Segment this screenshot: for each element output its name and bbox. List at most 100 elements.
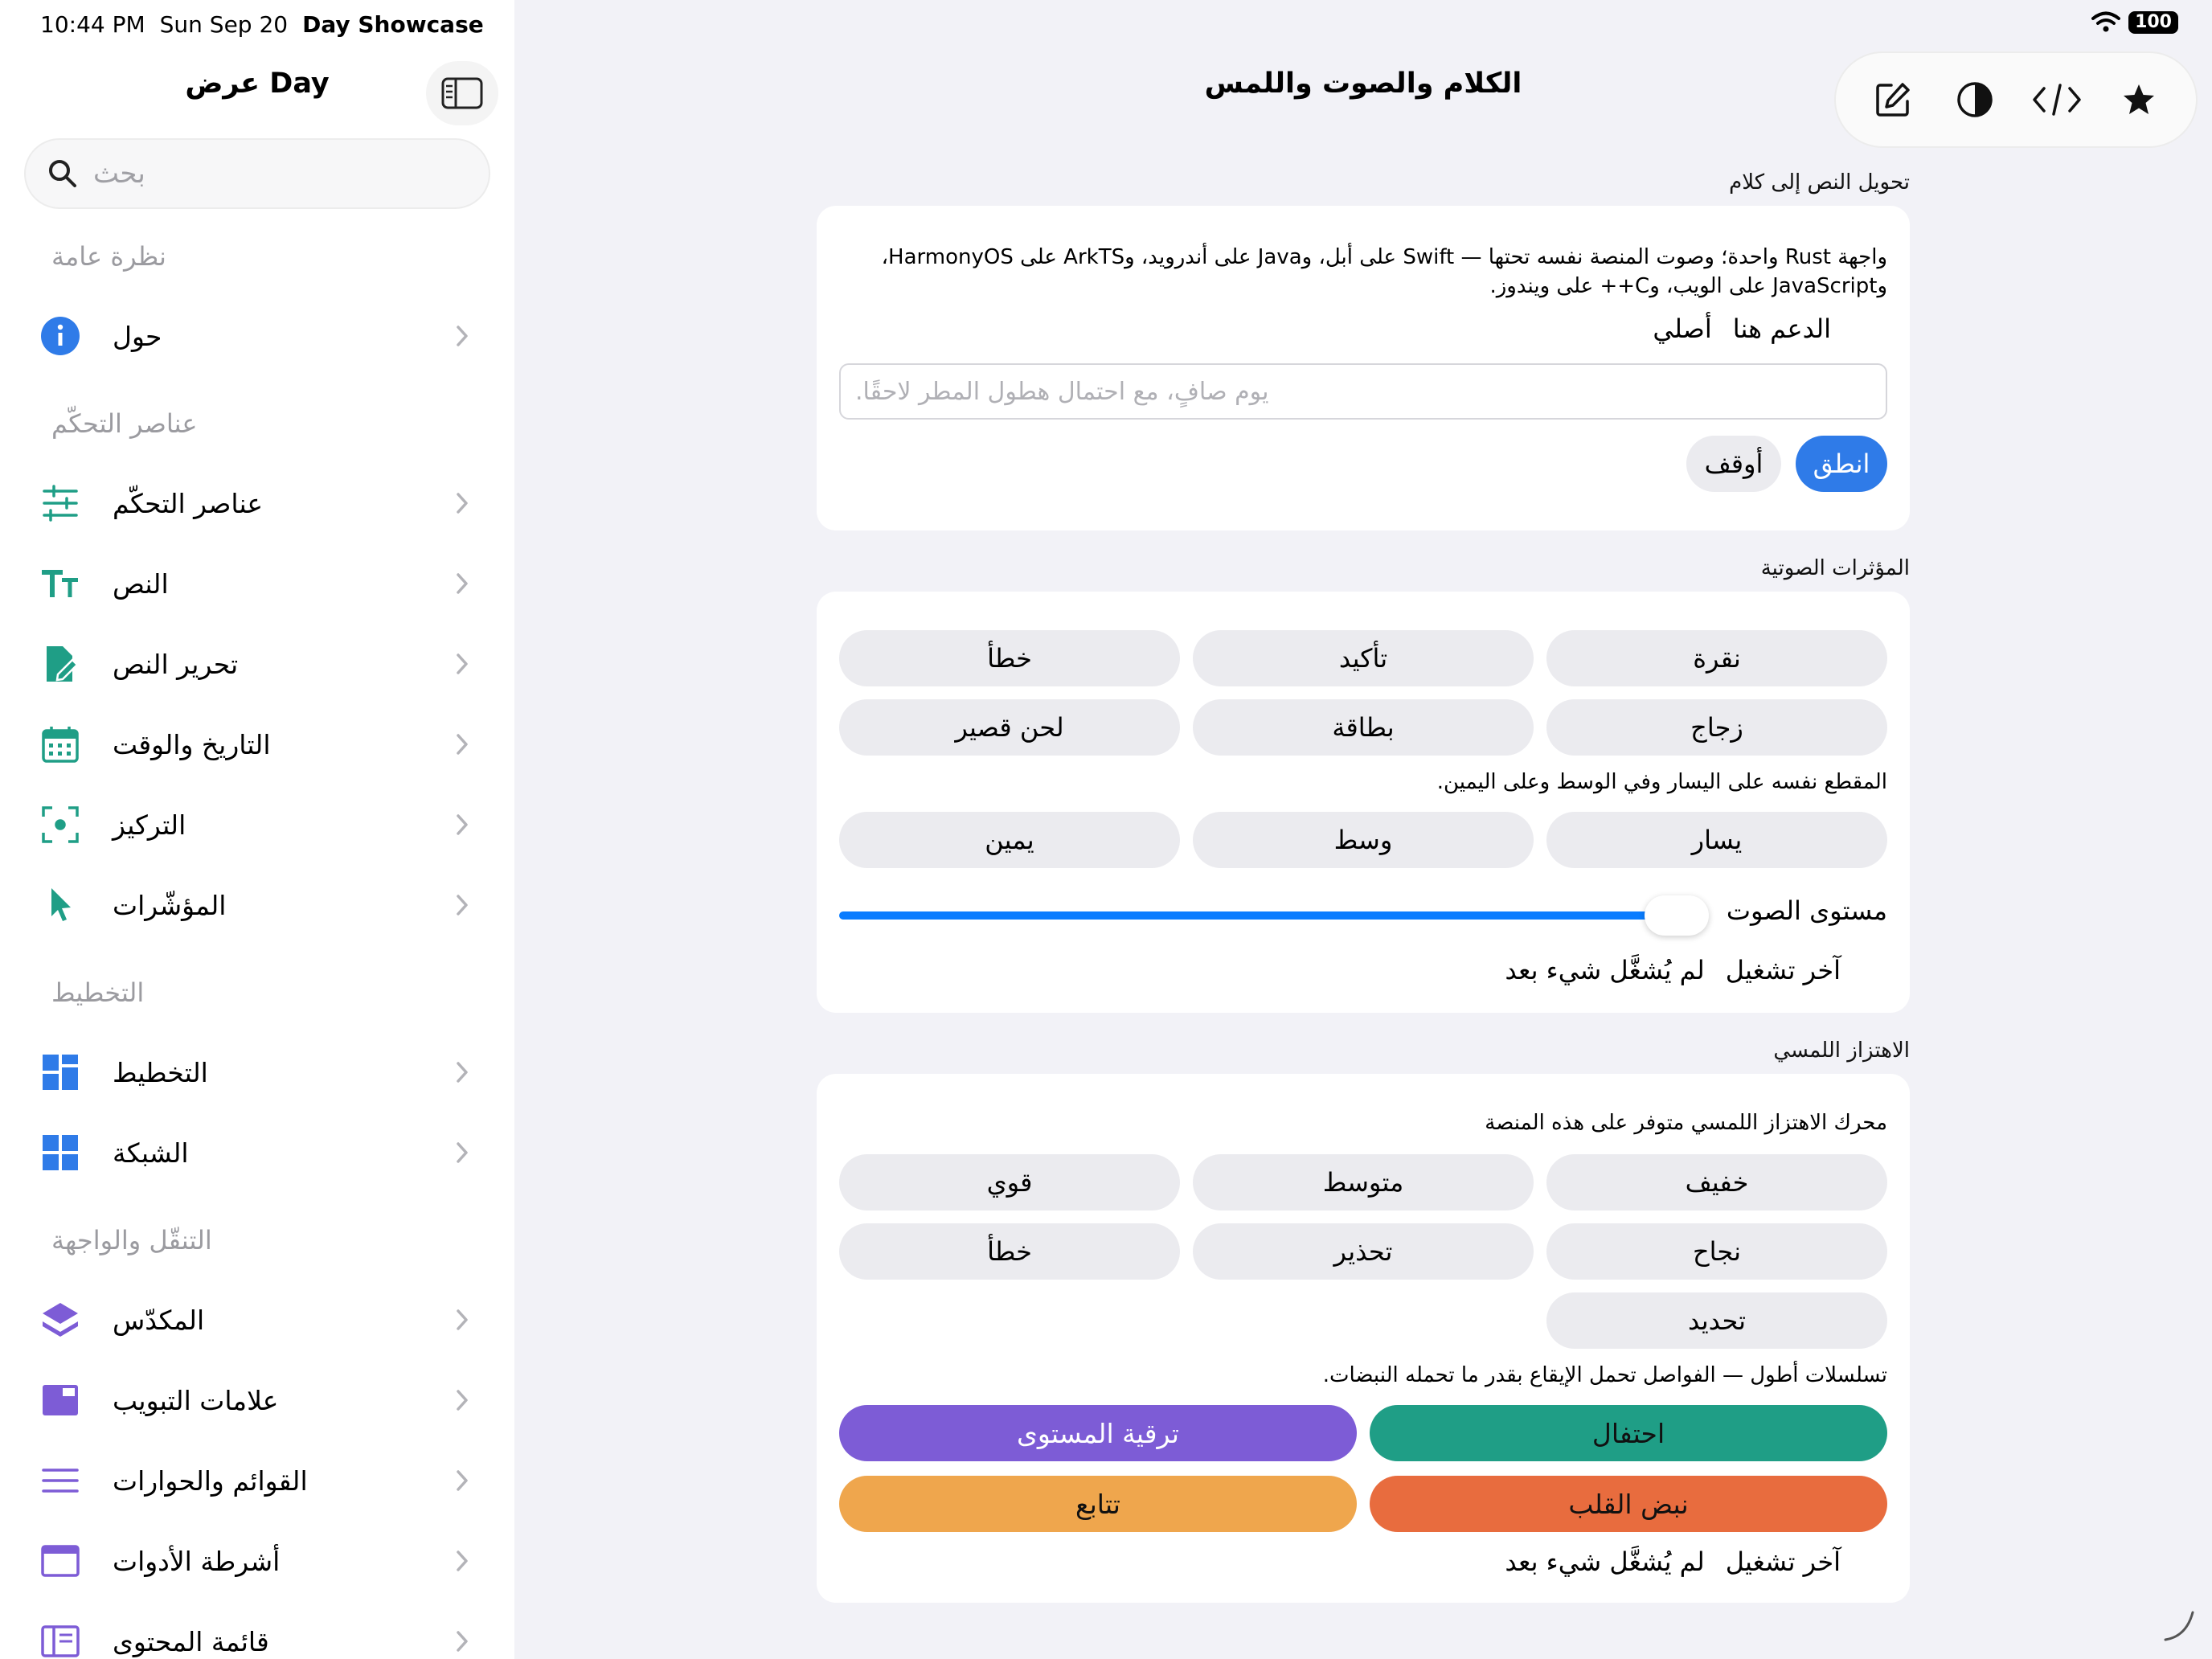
sound-effect-error-button[interactable]: خطأ <box>839 630 1180 686</box>
search-icon <box>49 160 76 187</box>
pattern-level-up-button[interactable]: ترقية المستوى <box>839 1405 1357 1461</box>
tts-support-value: أصلي <box>1653 313 1712 344</box>
sound-effect-tap-button[interactable]: نقرة <box>1546 630 1887 686</box>
sidebar-item-tabs[interactable]: علامات التبويب <box>40 1368 474 1432</box>
haptic-heavy-button[interactable]: قوي <box>839 1154 1180 1210</box>
pattern-celebration-button[interactable]: احتفال <box>1370 1405 1887 1461</box>
chevron-right-icon <box>450 1549 474 1573</box>
sidebar-item-grid[interactable]: الشبكة <box>40 1120 474 1185</box>
volume-slider-thumb[interactable] <box>1645 895 1709 936</box>
pan-note: المقطع نفسه على اليسار وفي الوسط وعلى ال… <box>1436 770 1887 794</box>
sidebar-item-focus[interactable]: التركيز <box>40 793 474 857</box>
menu-icon <box>40 1460 80 1501</box>
favorite-button[interactable] <box>2107 68 2171 132</box>
sidebar-item-label: حول <box>113 320 162 352</box>
sound-last-played-label: آخر تشغيل <box>1725 955 1841 985</box>
chevron-right-icon <box>450 1308 474 1332</box>
sidebar-item-date-time[interactable]: التاريخ والوقت <box>40 712 474 776</box>
speak-button[interactable]: انطق <box>1796 436 1887 492</box>
battery-indicator: 100 <box>2128 11 2178 34</box>
volume-slider-track[interactable] <box>839 911 1683 920</box>
contrast-button[interactable] <box>1943 68 2007 132</box>
chevron-right-icon <box>450 813 474 837</box>
sound-card: نقرة تأكيد خطأ زجاج بطاقة لحن قصير المقط… <box>817 592 1910 1013</box>
chevron-right-icon <box>450 1060 474 1084</box>
sidebar-item-label: المكدّس <box>113 1304 205 1336</box>
sidebar-item-menus-dialogs[interactable]: القوائم والحوارات <box>40 1448 474 1513</box>
sidebar-item-label: التركيز <box>113 809 186 841</box>
search-input[interactable]: بحث <box>24 138 490 209</box>
sidebar-toggle-button[interactable] <box>426 61 498 125</box>
focus-icon <box>40 805 80 845</box>
status-date: Sun Sep 20 <box>159 11 289 38</box>
sidebar-item-layout[interactable]: التخطيط <box>40 1040 474 1104</box>
tts-card: واجهة Rust واحدة؛ وصوت المنصة نفسه تحتها… <box>817 206 1910 530</box>
pan-center-button[interactable]: وسط <box>1193 812 1534 868</box>
sound-effect-confirm-button[interactable]: تأكيد <box>1193 630 1534 686</box>
chevron-right-icon <box>450 491 474 515</box>
sidebar-item-pointers[interactable]: المؤشّرات <box>40 873 474 937</box>
tabs-icon <box>40 1380 80 1420</box>
chevron-right-icon <box>450 1469 474 1493</box>
section-title-sound: المؤثرات الصوتية <box>1760 556 1910 580</box>
sidebar-toggle-icon <box>441 77 483 109</box>
haptic-medium-button[interactable]: متوسط <box>1193 1154 1534 1210</box>
sidebar-item-text-editing[interactable]: تحرير النص <box>40 632 474 696</box>
sidebar-item-label: تحرير النص <box>113 648 239 680</box>
haptic-selection-button[interactable]: تحديد <box>1546 1292 1887 1349</box>
section-title-haptics: الاهتزاز اللمسي <box>1773 1038 1910 1063</box>
sidebar-list-icon <box>40 1621 80 1659</box>
haptic-error-button[interactable]: خطأ <box>839 1223 1180 1280</box>
section-header-layout: التخطيط <box>51 977 145 1008</box>
tts-description: واجهة Rust واحدة؛ وصوت المنصة نفسه تحتها… <box>842 243 1887 301</box>
sound-effect-jingle-button[interactable]: لحن قصير <box>839 699 1180 756</box>
haptic-light-button[interactable]: خفيف <box>1546 1154 1887 1210</box>
haptics-last-played-value: لم يُشغَّل شيء بعد <box>1505 1546 1705 1577</box>
sound-last-played-value: لم يُشغَّل شيء بعد <box>1505 955 1705 985</box>
calendar-icon <box>40 724 80 764</box>
text-format-icon <box>40 563 80 604</box>
sidebar-item-content-list[interactable]: قائمة المحتوى <box>40 1609 474 1659</box>
info-icon <box>40 316 80 356</box>
haptic-warning-button[interactable]: تحذير <box>1193 1223 1534 1280</box>
haptics-last-played-label: آخر تشغيل <box>1725 1546 1841 1577</box>
pan-left-button[interactable]: يسار <box>1546 812 1887 868</box>
chevron-right-icon <box>450 1141 474 1165</box>
status-app-name: Day Showcase <box>302 11 484 38</box>
sidebar-item-label: قائمة المحتوى <box>113 1625 269 1657</box>
edit-document-icon <box>40 644 80 684</box>
haptics-card: محرك الاهتزاز اللمسي متوفر على هذه المنص… <box>817 1074 1910 1603</box>
sidebar-item-label: الشبكة <box>113 1137 189 1169</box>
sidebar-item-stack[interactable]: المكدّس <box>40 1288 474 1352</box>
sound-effect-glass-button[interactable]: زجاج <box>1546 699 1887 756</box>
tts-text-field[interactable]: يوم صافٍ، مع احتمال هطول المطر لاحقًا. <box>839 363 1887 420</box>
code-icon <box>2033 84 2081 116</box>
chevron-right-icon <box>450 652 474 676</box>
sidebar-item-label: عناصر التحكّم <box>113 487 264 519</box>
pan-right-button[interactable]: يمين <box>839 812 1180 868</box>
status-bar-left: 10:44 PM Sun Sep 20 Day Showcase <box>40 11 484 38</box>
sidebar-item-label: أشرطة الأدوات <box>113 1545 281 1577</box>
stop-button[interactable]: أوقف <box>1686 436 1781 492</box>
compose-button[interactable] <box>1861 68 1925 132</box>
sound-last-played-row: آخر تشغيل لم يُشغَّل شيء بعد <box>1505 955 1841 985</box>
section-header-controls: عناصر التحكّم <box>51 408 198 439</box>
sidebar-item-text[interactable]: النص <box>40 551 474 616</box>
wifi-icon <box>2091 11 2121 32</box>
sidebar-item-controls[interactable]: عناصر التحكّم <box>40 471 474 535</box>
sidebar-item-toolbars[interactable]: أشرطة الأدوات <box>40 1529 474 1593</box>
top-toolbar <box>1834 51 2198 148</box>
star-icon <box>2124 84 2154 114</box>
code-button[interactable] <box>2025 68 2089 132</box>
chevron-right-icon <box>450 732 474 756</box>
sidebar-item-label: التاريخ والوقت <box>113 728 271 760</box>
sidebar-item-label: القوائم والحوارات <box>113 1464 308 1497</box>
sound-effect-card-button[interactable]: بطاقة <box>1193 699 1534 756</box>
layout-icon <box>40 1052 80 1092</box>
pattern-heartbeat-button[interactable]: نبض القلب <box>1370 1476 1887 1532</box>
sidebar-item-about[interactable]: حول <box>40 304 474 368</box>
pattern-sequence-button[interactable]: تتابع <box>839 1476 1357 1532</box>
haptic-success-button[interactable]: نجاح <box>1546 1223 1887 1280</box>
sidebar-item-label: علامات التبويب <box>113 1384 279 1416</box>
patterns-note: تسلسلات أطول — الفواصل تحمل الإيقاع بقدر… <box>1322 1363 1887 1387</box>
